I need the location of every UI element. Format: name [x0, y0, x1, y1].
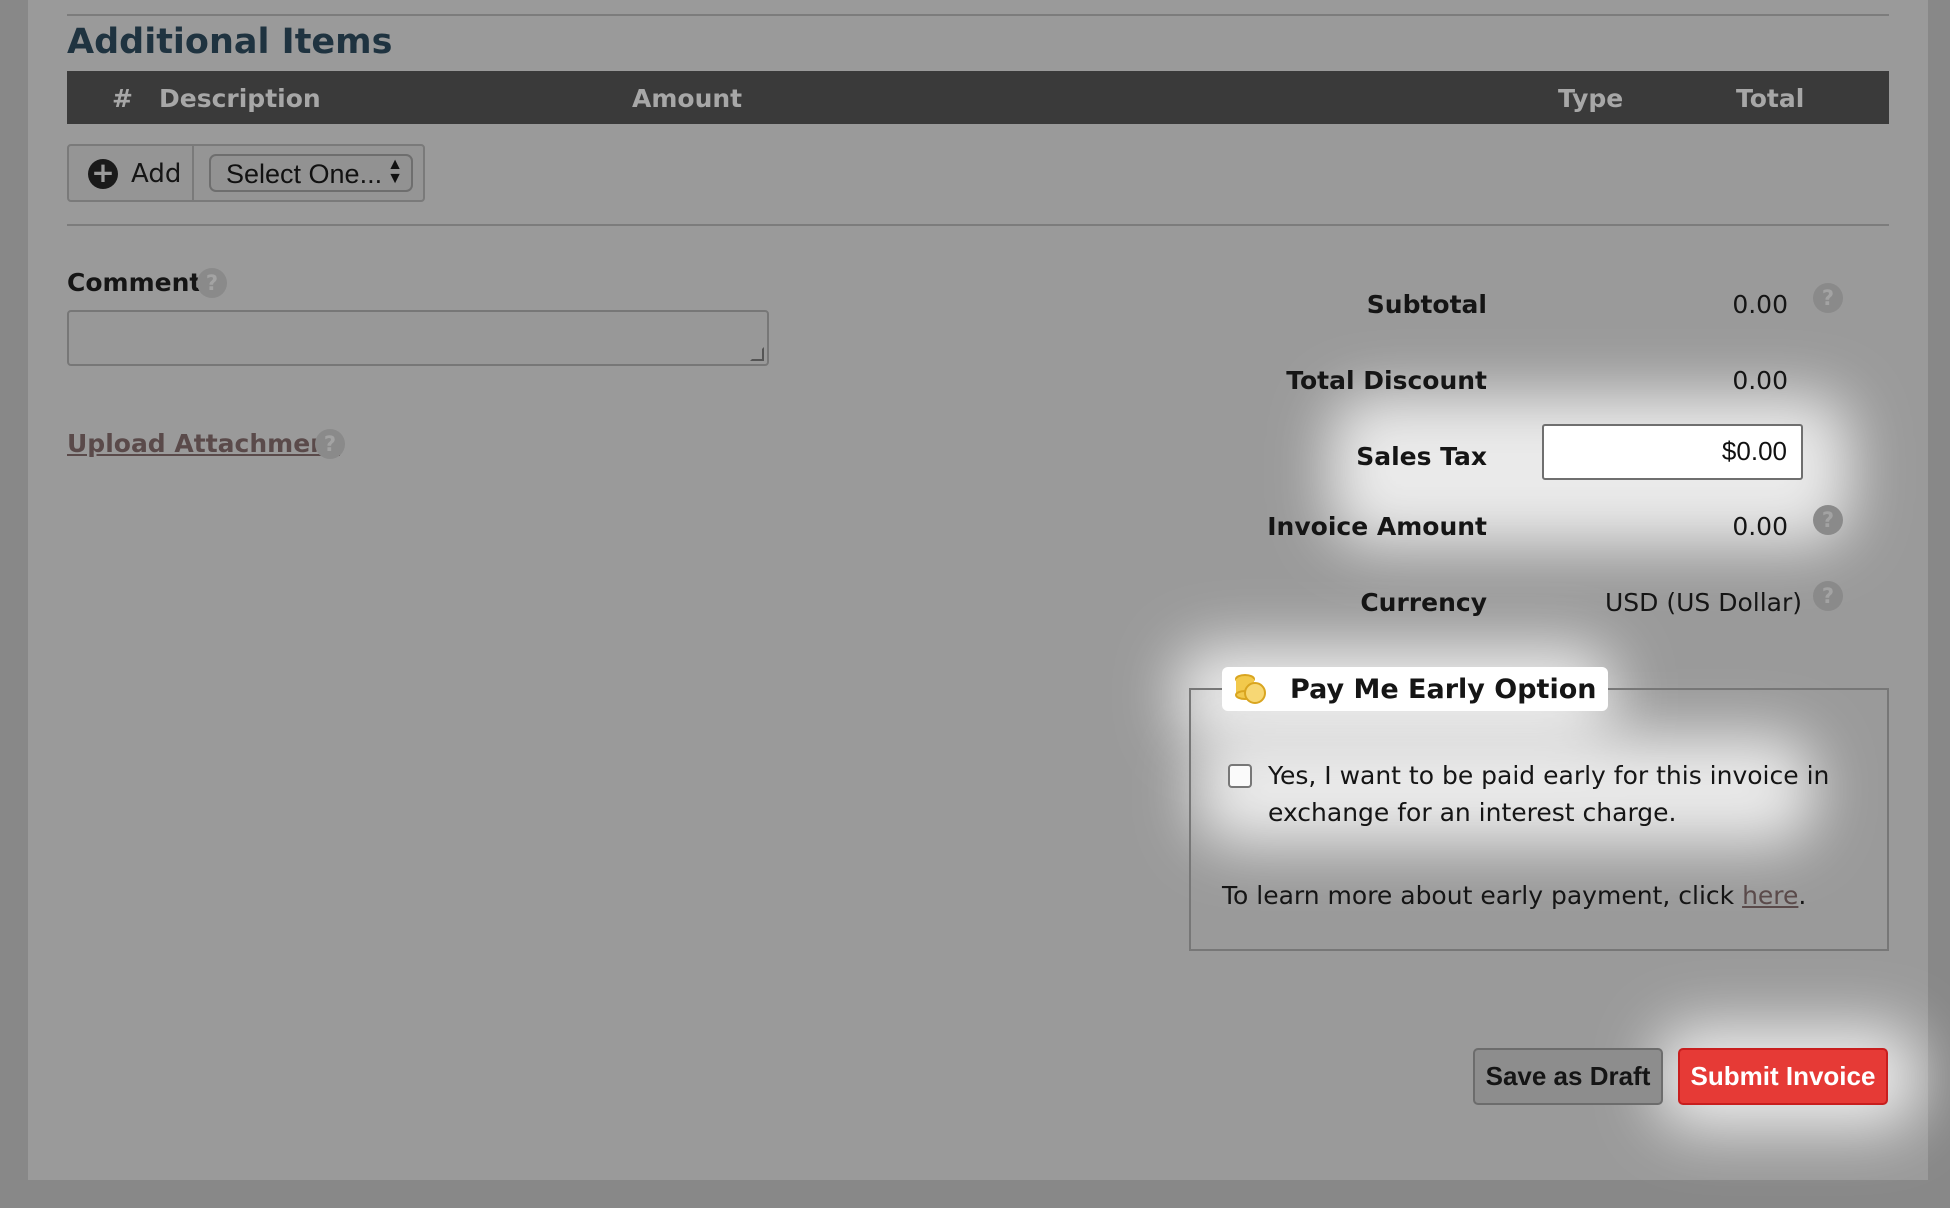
plus-icon: + — [88, 159, 118, 189]
invoice-amount-label: Invoice Amount — [1267, 512, 1487, 541]
comment-textarea[interactable] — [67, 310, 769, 366]
submit-invoice-button[interactable]: Submit Invoice — [1678, 1048, 1888, 1105]
section-title: Additional Items — [67, 22, 393, 62]
col-description: Description — [159, 84, 321, 113]
coins-icon — [1232, 671, 1268, 707]
currency-help-icon[interactable]: ? — [1813, 581, 1843, 611]
discount-value: 0.00 — [1732, 366, 1788, 395]
currency-label: Currency — [1360, 588, 1487, 617]
col-type: Type — [1558, 84, 1624, 113]
subtotal-label: Subtotal — [1366, 290, 1487, 319]
upload-help-icon[interactable]: ? — [315, 429, 345, 459]
upload-attachment-link[interactable]: Upload Attachment — [67, 429, 340, 458]
discount-label: Total Discount — [1286, 366, 1487, 395]
items-table-header: # Description Amount Type Total — [67, 71, 1889, 124]
invoice-amount-value: 0.00 — [1732, 512, 1788, 541]
subtotal-help-icon[interactable]: ? — [1813, 283, 1843, 313]
save-draft-button[interactable]: Save as Draft — [1473, 1048, 1663, 1105]
pay-early-title: Pay Me Early Option — [1290, 673, 1597, 705]
comment-label: Comment — [67, 268, 202, 297]
sales-tax-label: Sales Tax — [1356, 442, 1487, 471]
learn-more-suffix: . — [1798, 881, 1807, 910]
top-divider — [67, 14, 1889, 16]
pay-early-checkbox-label: Yes, I want to be paid early for this in… — [1268, 761, 1830, 827]
item-type-select-value: Select One... — [226, 159, 383, 189]
comment-help-icon[interactable]: ? — [197, 268, 227, 298]
item-type-select[interactable]: Select One... ▲ ▼ — [209, 154, 413, 192]
add-item-button[interactable]: + Add — [69, 146, 194, 200]
learn-more-prefix: To learn more about early payment, click — [1222, 881, 1743, 910]
col-total: Total — [1736, 84, 1805, 113]
select-arrows-icon: ▲ ▼ — [387, 156, 403, 187]
learn-more-text: To learn more about early payment, click… — [1222, 881, 1806, 910]
pay-early-legend: Pay Me Early Option — [1222, 667, 1609, 711]
add-label: Add — [131, 159, 182, 189]
resize-grip-icon[interactable] — [750, 347, 764, 361]
subtotal-value: 0.00 — [1732, 290, 1788, 319]
currency-value: USD (US Dollar) — [1604, 588, 1802, 617]
items-divider — [67, 224, 1889, 226]
invoice-amount-help-icon[interactable]: ? — [1813, 505, 1843, 535]
col-amount: Amount — [632, 84, 743, 113]
add-item-group: + Add Select One... ▲ ▼ — [67, 144, 425, 202]
pay-early-checkbox[interactable] — [1228, 764, 1252, 788]
col-number: # — [112, 84, 133, 113]
sales-tax-input[interactable]: $0.00 — [1542, 424, 1803, 480]
learn-more-link[interactable]: here — [1742, 881, 1798, 910]
